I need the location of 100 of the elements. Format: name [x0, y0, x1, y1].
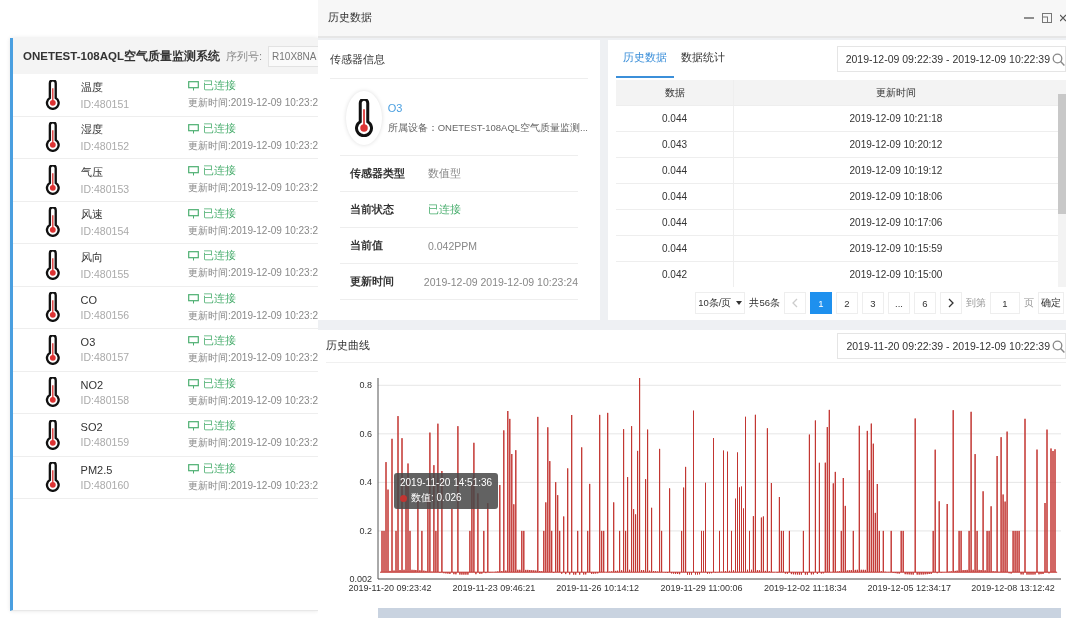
y-axis-label: 0.4: [359, 477, 372, 488]
field-label: 当前状态: [350, 202, 395, 217]
maximize-icon[interactable]: [1042, 13, 1052, 23]
field-value: 0.042PPM: [428, 239, 478, 252]
connection-status: 已连接: [187, 206, 318, 221]
confirm-button[interactable]: 确定: [1038, 292, 1064, 314]
connection-status: 已连接: [187, 121, 318, 136]
page-number-field[interactable]: 1: [990, 292, 1020, 314]
zoom-slider[interactable]: [378, 608, 1061, 618]
table-cell: 2019-12-09 10:21:18: [733, 105, 1058, 132]
x-axis-label: 2019-11-29 11:00:06: [660, 583, 743, 593]
thermometer-icon: [45, 122, 61, 153]
table-cell: 0.044: [616, 235, 734, 262]
x-axis-label: 2019-11-20 09:23:42: [348, 583, 432, 593]
x-axis-label: 2019-12-05 12:34:17: [867, 583, 951, 593]
search-icon[interactable]: [1052, 52, 1065, 66]
page-size-select[interactable]: 10条/页: [695, 292, 746, 314]
sensor-name[interactable]: 风向: [80, 249, 188, 265]
update-time: 更新时间:2019-12-09 10:23:2: [187, 138, 318, 153]
sensor-name[interactable]: SO2: [80, 421, 188, 434]
sensor-id: ID:480160: [80, 478, 131, 491]
table-cell: 0.044: [616, 183, 734, 210]
thermometer-icon: [45, 377, 61, 408]
page-button[interactable]: 2: [836, 292, 858, 314]
connection-status: 已连接: [187, 164, 318, 179]
monitor-icon: [187, 378, 199, 389]
sensor-name[interactable]: 温度: [80, 79, 188, 95]
date-range-field[interactable]: 2019-12-09 09:22:39 - 2019-12-09 10:22:39: [836, 46, 1066, 72]
tab[interactable]: 数据统计: [674, 40, 732, 78]
update-time: 更新时间:2019-12-09 10:23:2: [187, 266, 318, 281]
date-range-field[interactable]: 2019-11-20 09:22:39 - 2019-12-09 10:22:39: [837, 333, 1066, 359]
x-axis-label: 2019-11-23 09:46:21: [452, 583, 536, 593]
update-time: 更新时间:2019-12-09 10:23:2: [187, 96, 318, 111]
sensor-name[interactable]: O3: [80, 336, 188, 349]
total-count: 共56条: [749, 296, 780, 310]
monitor-icon: [187, 81, 199, 92]
panel-title: 传感器信息: [330, 40, 588, 79]
thermometer-icon: [45, 419, 61, 450]
sensor-name[interactable]: CO: [80, 293, 188, 306]
table-cell: 2019-12-09 10:15:00: [733, 261, 1058, 287]
panel-title: 历史曲线: [326, 339, 370, 353]
next-page-button[interactable]: [940, 292, 962, 314]
column-header: 数据: [616, 80, 734, 106]
series-dot-icon: [400, 494, 407, 502]
table-cell: 0.044: [616, 157, 734, 184]
sensor-name[interactable]: 气压: [80, 164, 188, 180]
y-axis-label: 0.002: [349, 574, 372, 584]
update-time: 更新时间:2019-12-09 10:23:2: [187, 181, 318, 196]
sensor-id: ID:480157: [80, 351, 131, 364]
sensor-name[interactable]: PM2.5: [80, 463, 188, 476]
update-time: 更新时间:2019-12-09 10:23:2: [187, 308, 318, 323]
serial-field[interactable]: R10X8NA: [268, 45, 321, 67]
sensor-id: ID:480154: [80, 225, 131, 238]
sensor-name: O3: [387, 101, 404, 114]
connection-status: 已连接: [187, 334, 318, 349]
tab[interactable]: 历史数据: [616, 40, 674, 78]
field-label: 当前值: [350, 238, 384, 253]
search-icon[interactable]: [1052, 339, 1065, 353]
monitor-icon: [187, 293, 199, 304]
close-icon[interactable]: [1060, 13, 1066, 23]
update-time: 更新时间:2019-12-09 10:23:2: [187, 478, 318, 493]
thermometer-icon: [45, 79, 61, 110]
system-title: ONETEST-108AQL空气质量监测系统: [23, 48, 220, 64]
window-title: 历史数据: [328, 11, 372, 25]
column-header: 更新时间: [733, 80, 1058, 106]
update-time: 更新时间:2019-12-09 10:23:2: [187, 436, 318, 451]
monitor-icon: [187, 123, 199, 134]
page-button[interactable]: 6: [914, 292, 936, 314]
y-axis-label: 0.8: [359, 380, 372, 391]
monitor-icon: [187, 208, 199, 219]
sensor-id: ID:480159: [80, 436, 131, 449]
table-cell: 2019-12-09 10:15:59: [733, 235, 1058, 262]
y-axis-label: 0.2: [359, 525, 372, 536]
table-cell: 2019-12-09 10:17:06: [733, 209, 1058, 236]
monitor-icon: [187, 251, 199, 262]
x-axis-label: 2019-12-08 13:12:42: [971, 583, 1055, 593]
monitor-icon: [187, 336, 199, 347]
page-button[interactable]: ...: [888, 292, 910, 314]
monitor-icon: [187, 463, 199, 474]
field-value: 已连接: [428, 202, 461, 217]
page-button[interactable]: 3: [862, 292, 884, 314]
sensor-id: ID:480153: [80, 182, 131, 195]
sensor-id: ID:480152: [80, 140, 131, 153]
connection-status: 已连接: [187, 291, 318, 306]
page-unit: 页: [1024, 296, 1034, 310]
goto-label: 到第: [966, 296, 986, 310]
y-axis-label: 0.6: [359, 428, 372, 439]
connection-status: 已连接: [187, 249, 318, 264]
update-time: 更新时间:2019-12-09 10:23:2: [187, 393, 318, 408]
caret-icon: [736, 301, 743, 305]
sensor-name[interactable]: NO2: [80, 378, 188, 391]
scrollbar[interactable]: [1058, 80, 1066, 287]
sensor-name[interactable]: 湿度: [80, 122, 188, 138]
sensor-name[interactable]: 风速: [80, 207, 188, 223]
field-value: 数值型: [428, 166, 461, 181]
device-name: 所属设备：ONETEST-108AQL空气质量监测...: [387, 121, 588, 135]
monitor-icon: [187, 421, 199, 432]
tooltip-value: 数值: 0.026: [400, 491, 493, 505]
thermometer-icon: [45, 292, 61, 323]
connection-status: 已连接: [187, 419, 318, 434]
